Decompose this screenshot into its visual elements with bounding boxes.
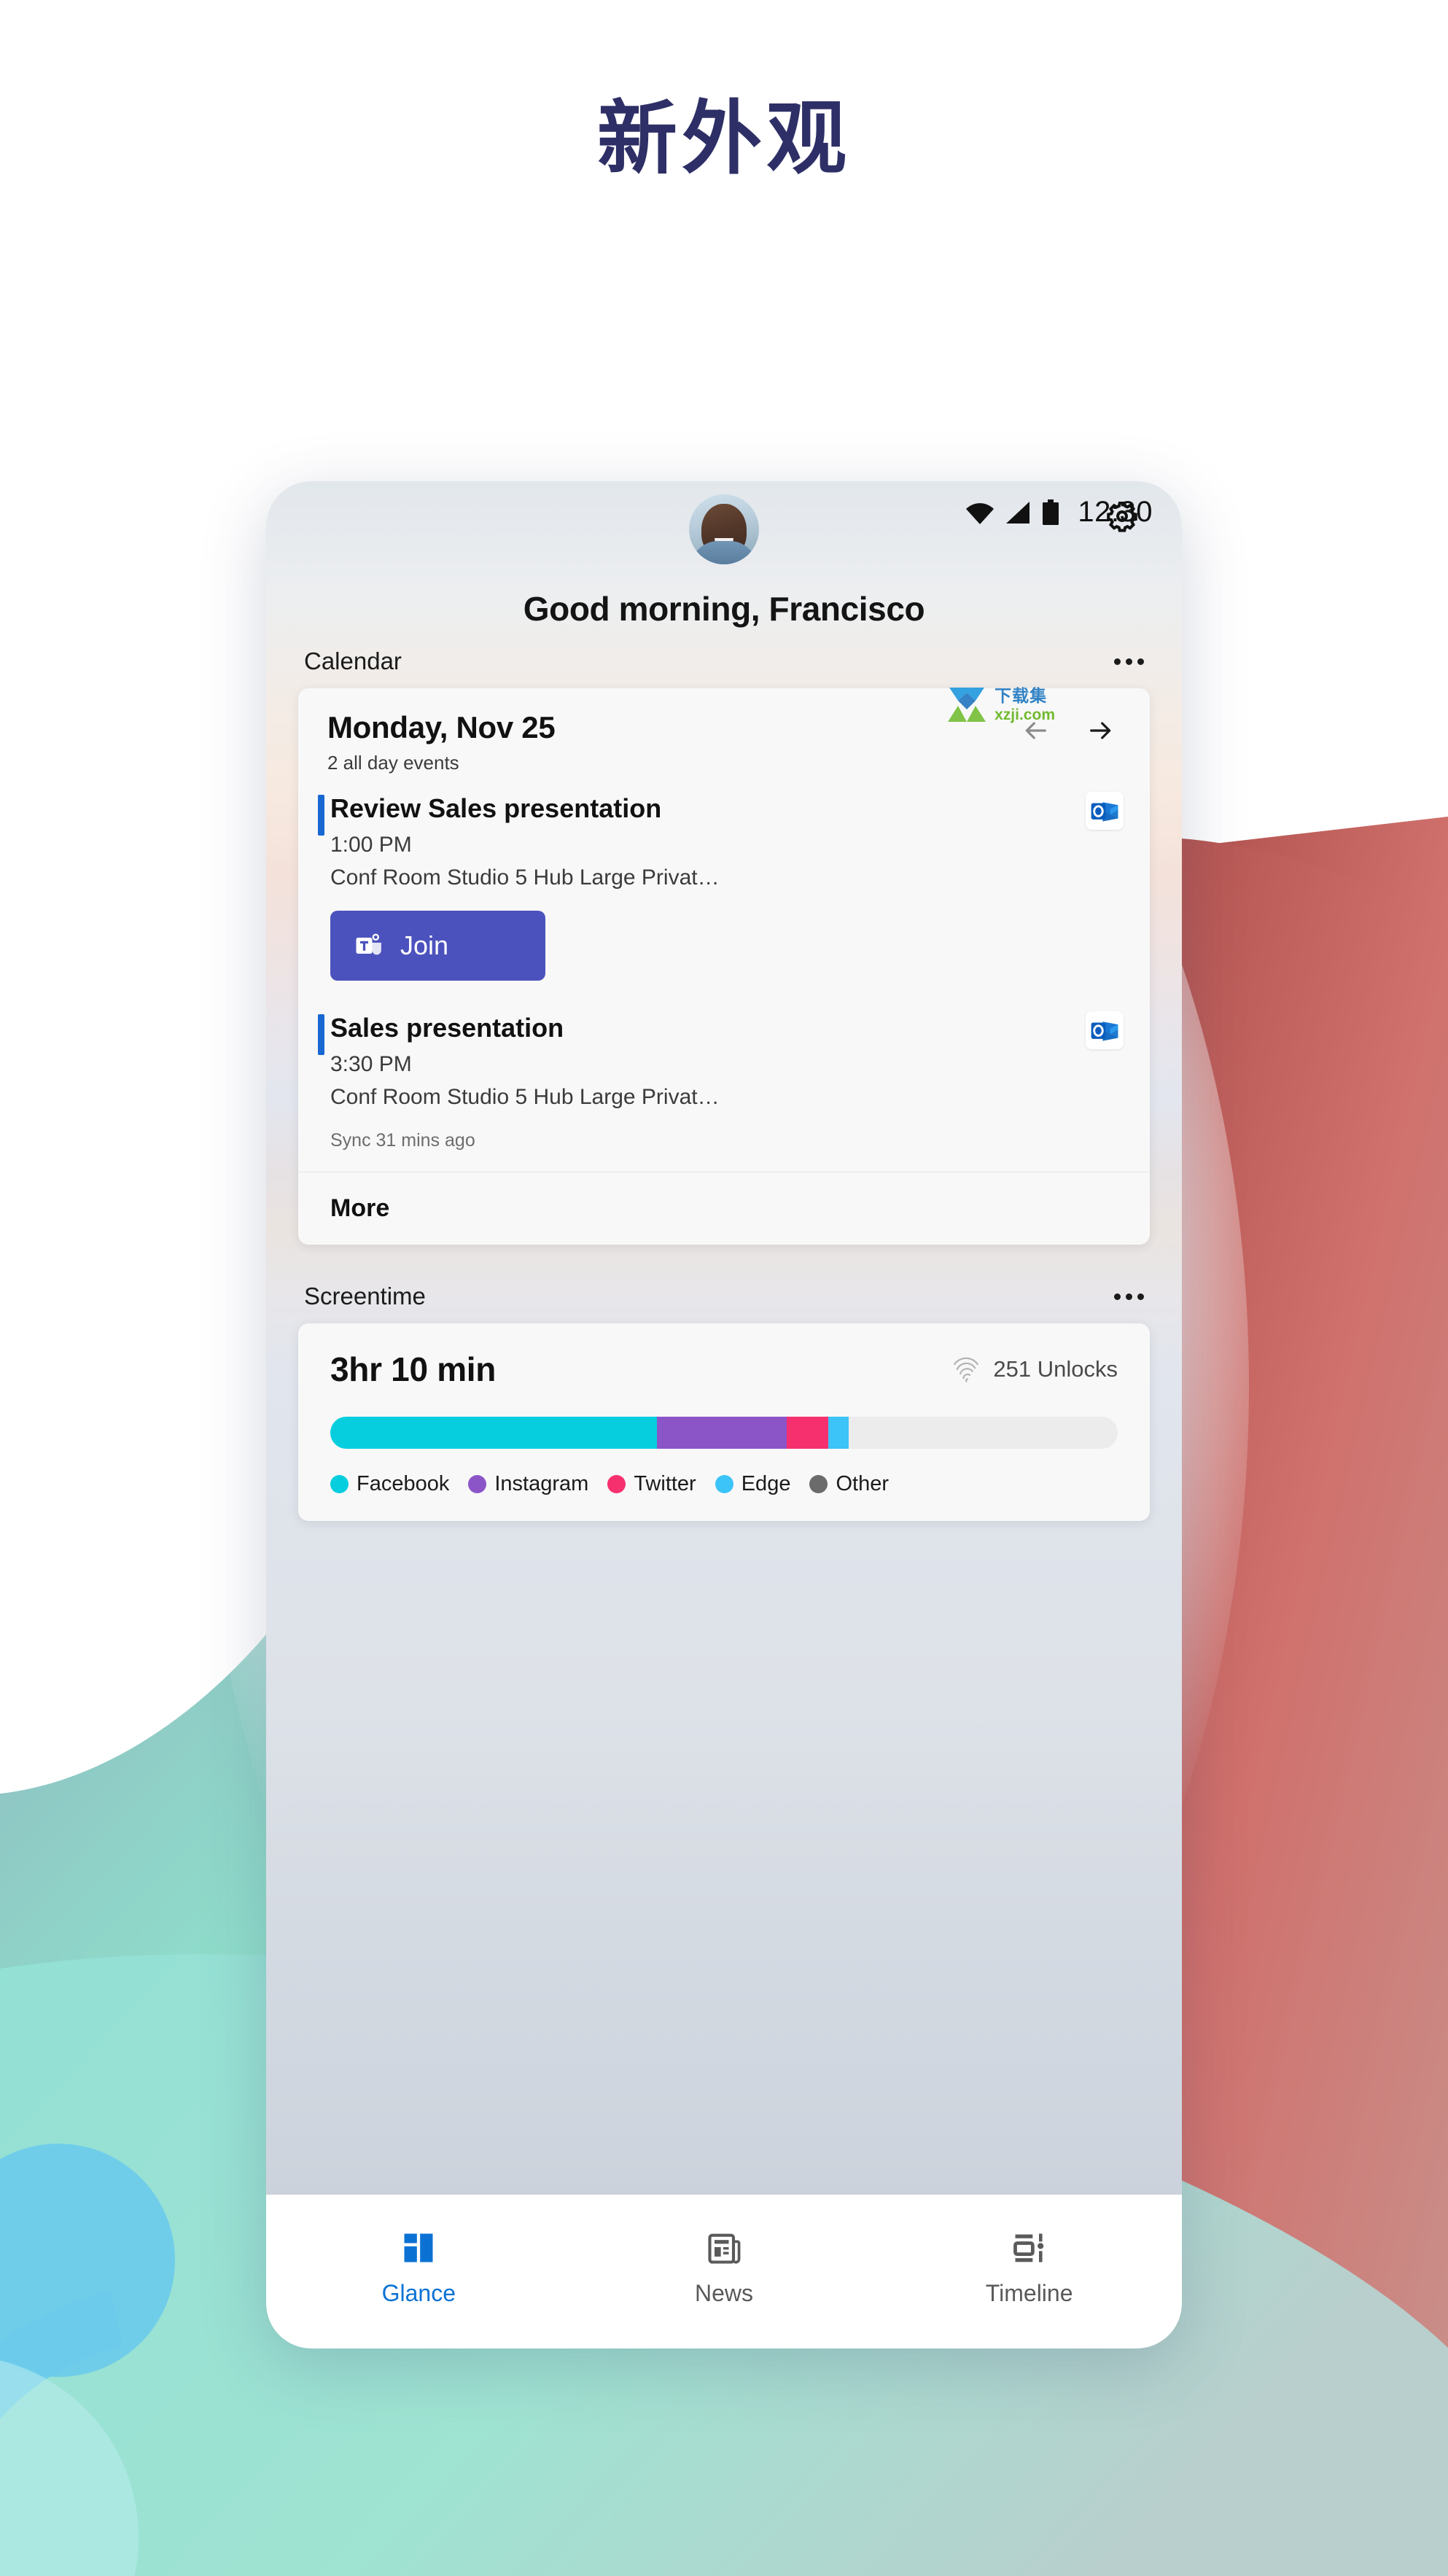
nav-label-news: News bbox=[694, 2280, 753, 2306]
legend-dot-icon bbox=[468, 1475, 487, 1493]
legend-label: Other bbox=[836, 1472, 889, 1495]
join-button-label: Join bbox=[400, 930, 449, 960]
calendar-section-label: Calendar bbox=[304, 647, 402, 674]
profile-header: 下载集 xzji.com Good morning, Francisco bbox=[266, 481, 1182, 723]
timeline-icon bbox=[1013, 2233, 1043, 2262]
screentime-more-options-icon[interactable] bbox=[1114, 1293, 1144, 1300]
screentime-section-header: Screentime bbox=[266, 1283, 1182, 1310]
legend-dot-icon bbox=[607, 1475, 626, 1493]
avatar[interactable] bbox=[689, 494, 759, 564]
avatar-shirt bbox=[690, 541, 758, 564]
arrow-right-icon[interactable] bbox=[1084, 716, 1118, 745]
legend-label: Edge bbox=[741, 1472, 791, 1495]
calendar-more-row[interactable]: More bbox=[298, 1172, 1150, 1245]
greeting-text: Good morning, Francisco bbox=[523, 590, 925, 628]
calendar-card: Monday, Nov 25 2 all day events Review S… bbox=[298, 688, 1150, 1245]
calendar-section-header: Calendar bbox=[266, 647, 1182, 675]
gear-icon bbox=[1107, 501, 1137, 532]
nav-item-glance[interactable]: Glance bbox=[268, 2229, 569, 2307]
calendar-event-row[interactable]: Sales presentation 3:30 PM Conf Room Stu… bbox=[298, 988, 1150, 1114]
unlocks-stat: 251 Unlocks bbox=[951, 1353, 1118, 1386]
legend-dot-icon bbox=[809, 1475, 828, 1493]
fingerprint-icon bbox=[954, 1357, 979, 1382]
event-accent-bar bbox=[318, 795, 324, 836]
glance-grid-icon bbox=[404, 2233, 433, 2262]
event-accent-bar bbox=[318, 1014, 324, 1055]
outlook-icon bbox=[1086, 792, 1124, 830]
calendar-more-options-icon[interactable] bbox=[1114, 658, 1144, 665]
calendar-event-row[interactable]: Review Sales presentation 1:00 PM Conf R… bbox=[298, 774, 1150, 895]
outlook-icon bbox=[1086, 1011, 1124, 1049]
calendar-subtitle: 2 all day events bbox=[327, 752, 459, 774]
legend-item-instagram: Instagram bbox=[468, 1472, 588, 1496]
phone-mockup: 12:30 下载集 xzji.com Good morning, Francis… bbox=[266, 481, 1182, 2349]
usage-segment-edge bbox=[828, 1417, 849, 1449]
page-title: 新外观 bbox=[597, 92, 851, 185]
settings-button[interactable] bbox=[1103, 497, 1141, 535]
legend-item-facebook: Facebook bbox=[330, 1472, 449, 1496]
legend-dot-icon bbox=[330, 1475, 349, 1493]
legend-item-other: Other bbox=[809, 1472, 889, 1496]
site-watermark: 下载集 xzji.com bbox=[945, 685, 1055, 725]
sync-status: Sync 31 mins ago bbox=[330, 1130, 475, 1151]
screentime-usage-bar bbox=[330, 1417, 1118, 1449]
xzji-logo-icon bbox=[948, 688, 986, 722]
legend-label: Facebook bbox=[357, 1472, 450, 1495]
legend-label: Instagram bbox=[494, 1472, 589, 1495]
screentime-legend: Facebook Instagram Twitter Edge Other bbox=[298, 1449, 1150, 1521]
usage-segment-facebook bbox=[330, 1417, 658, 1449]
teams-icon bbox=[356, 933, 381, 955]
news-paper-icon bbox=[708, 2233, 741, 2264]
nav-label-timeline: Timeline bbox=[985, 2280, 1073, 2306]
nav-item-news[interactable]: News bbox=[573, 2229, 875, 2307]
screentime-section-label: Screentime bbox=[304, 1283, 426, 1310]
bottom-navigation: Glance News Timeline bbox=[266, 2195, 1182, 2349]
usage-segment-twitter bbox=[787, 1417, 828, 1449]
event-location: Conf Room Studio 5 Hub Large Privat… bbox=[330, 1085, 720, 1109]
screentime-card: 3hr 10 min 251 Unlocks Facebook Instagra… bbox=[298, 1323, 1150, 1521]
watermark-cn: 下载集 bbox=[994, 686, 1048, 706]
screentime-total: 3hr 10 min bbox=[330, 1350, 497, 1388]
unlocks-label: 251 Unlocks bbox=[993, 1356, 1118, 1382]
screentime-summary: 3hr 10 min 251 Unlocks bbox=[298, 1323, 1150, 1389]
event-time: 3:30 PM bbox=[330, 1052, 412, 1076]
event-title: Sales presentation bbox=[330, 1013, 564, 1043]
event-title: Review Sales presentation bbox=[330, 793, 662, 823]
join-button[interactable]: Join bbox=[330, 911, 545, 981]
calendar-date: Monday, Nov 25 bbox=[327, 710, 556, 744]
phone-screen: 12:30 下载集 xzji.com Good morning, Francis… bbox=[266, 481, 1182, 2349]
event-location: Conf Room Studio 5 Hub Large Privat… bbox=[330, 865, 720, 890]
legend-item-edge: Edge bbox=[715, 1472, 791, 1496]
event-time: 1:00 PM bbox=[330, 833, 412, 857]
nav-label-glance: Glance bbox=[381, 2280, 456, 2306]
legend-dot-icon bbox=[715, 1475, 733, 1493]
legend-label: Twitter bbox=[634, 1472, 696, 1495]
nav-item-timeline[interactable]: Timeline bbox=[878, 2229, 1180, 2307]
watermark-url: xzji.com bbox=[994, 706, 1055, 723]
legend-item-twitter: Twitter bbox=[607, 1472, 696, 1496]
usage-segment-instagram bbox=[657, 1417, 787, 1449]
